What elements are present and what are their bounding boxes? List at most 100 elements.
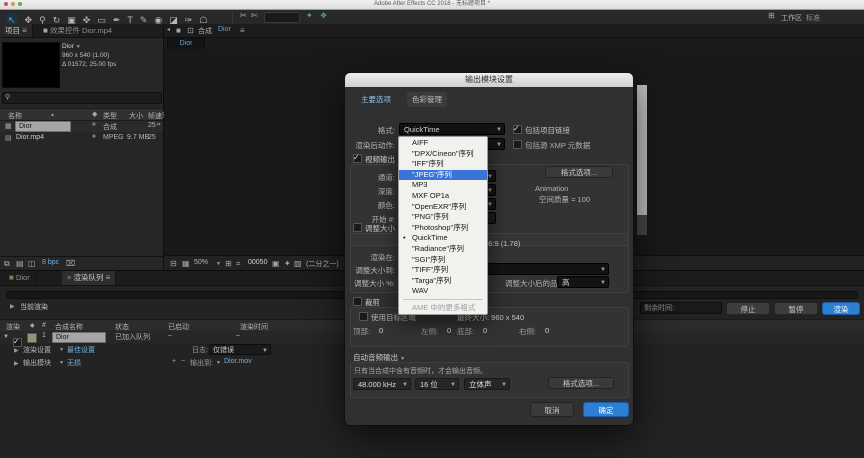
add-output-module-button[interactable]: +: [172, 358, 176, 365]
current-render-disclosure-icon[interactable]: ▶: [10, 303, 15, 310]
format-option[interactable]: AIFF: [399, 138, 487, 149]
label-chip-icon[interactable]: ■: [92, 134, 96, 140]
output-disclosure-icon[interactable]: ▶: [14, 360, 19, 367]
current-timecode[interactable]: 00050: [248, 259, 267, 266]
label-color-icon[interactable]: ◆: [30, 322, 35, 329]
mask-feather-icon[interactable]: ✦: [306, 11, 313, 20]
transparency-grid-icon[interactable]: ▨: [294, 259, 302, 268]
project-row-footage[interactable]: ▤ Dior.mp4 ■ MPEG 9.7 MB 25: [0, 133, 163, 144]
panel-menu-icon[interactable]: ≡: [106, 273, 111, 282]
tab-project[interactable]: 项目 ≡: [0, 24, 33, 37]
resolution-value[interactable]: (二分之一): [306, 259, 339, 269]
tab-timeline-dior[interactable]: ■ Dior: [4, 271, 36, 285]
log-dropdown[interactable]: 仅错误 ▼: [209, 344, 271, 355]
format-option[interactable]: "Targa"序列: [399, 276, 487, 287]
format-option[interactable]: "JPEG"序列: [399, 170, 487, 181]
new-composition-icon[interactable]: ◫: [28, 259, 36, 268]
crop-field-value[interactable]: 0: [483, 326, 487, 335]
output-dropdown-icon[interactable]: ▼: [59, 360, 64, 366]
channels-icon[interactable]: ✦: [284, 259, 291, 268]
audio-channels-dropdown[interactable]: 立体声 ▼: [464, 378, 510, 390]
audio-depth-dropdown[interactable]: 16 位 ▼: [415, 378, 459, 390]
column-type[interactable]: 类型: [103, 111, 117, 121]
always-preview-icon[interactable]: ⊟: [170, 259, 177, 268]
column-size[interactable]: 大小: [129, 111, 143, 121]
format-option[interactable]: "Radiance"序列: [399, 244, 487, 255]
trash-icon[interactable]: ⌧: [66, 259, 75, 268]
format-option[interactable]: "IFF"序列: [399, 159, 487, 170]
format-option[interactable]: MP3: [399, 180, 487, 191]
interpret-footage-icon[interactable]: ⧉: [4, 259, 10, 269]
format-option[interactable]: "OpenEXR"序列: [399, 202, 487, 213]
magnification-icon[interactable]: ▦: [182, 259, 190, 268]
grid-icon[interactable]: ⌗: [236, 259, 241, 269]
include-project-link-checkbox[interactable]: 包括项目链接: [513, 125, 570, 136]
column-number[interactable]: #: [42, 322, 46, 329]
workspace-icon[interactable]: ⊞: [768, 11, 775, 20]
zoom-dropdown-icon[interactable]: ▼: [216, 261, 221, 267]
format-option[interactable]: "SGI"序列: [399, 255, 487, 266]
render-settings-value[interactable]: 最佳设置: [67, 345, 95, 355]
output-to-dropdown-icon[interactable]: ▼: [216, 360, 221, 366]
panel-menu-icon[interactable]: ≡: [22, 26, 27, 35]
output-to-value[interactable]: Dior.mov: [224, 358, 252, 365]
audio-format-options-button[interactable]: 格式选项...: [548, 377, 614, 389]
tab-render-queue[interactable]: × 渲染队列 ≡: [62, 271, 116, 285]
render-button[interactable]: 渲染: [822, 302, 860, 315]
workspace-value[interactable]: 标准: [806, 13, 820, 23]
snapshot-icon[interactable]: ▣: [272, 259, 280, 268]
project-row-comp[interactable]: ▦ Dior ■ 合成 25 ⌗: [0, 121, 163, 132]
format-option[interactable]: "DPX/Cineon"序列: [399, 149, 487, 160]
workspace-label[interactable]: 工作区: [781, 13, 802, 23]
roto-person-icon[interactable]: ✂: [240, 11, 247, 20]
comp-panel-comp-name[interactable]: Dior: [218, 26, 231, 33]
format-option[interactable]: WAV: [399, 286, 487, 297]
cancel-button[interactable]: 取消: [530, 402, 574, 417]
row-disclosure-icon[interactable]: ▼: [3, 334, 9, 340]
pause-button[interactable]: 暂停: [774, 302, 818, 315]
project-item-name[interactable]: Dior.mp4: [16, 134, 44, 141]
label-color-icon[interactable]: ◆: [92, 110, 97, 118]
video-format-options-button[interactable]: 格式选项...: [545, 166, 613, 178]
format-option[interactable]: "PNG"序列: [399, 212, 487, 223]
tab-effect-controls[interactable]: ■ 效果控件 Dior.mp4: [38, 24, 117, 37]
tab-main-options[interactable]: 主要选项: [361, 94, 391, 105]
tool-options-box[interactable]: [264, 12, 300, 23]
settings-disclosure-icon[interactable]: ▶: [14, 347, 19, 354]
lock-icon[interactable]: ⊡: [187, 26, 194, 35]
tab-color-management[interactable]: 色彩管理: [407, 92, 447, 107]
resize-quality-dropdown[interactable]: 高 ▼: [557, 276, 609, 288]
project-item-name[interactable]: Dior: [15, 121, 71, 132]
format-dropdown[interactable]: QuickTime ▼: [399, 123, 505, 135]
current-render-label[interactable]: 当前渲染: [20, 302, 48, 312]
crop-field-value[interactable]: 0: [379, 326, 383, 335]
project-list-header[interactable]: 名称 ▲ ◆ 类型 大小 帧速率: [0, 108, 163, 121]
audio-rate-dropdown[interactable]: 48.000 kHz ▼: [353, 378, 411, 390]
format-option[interactable]: •QuickTime: [399, 233, 487, 244]
remove-output-module-button[interactable]: −: [181, 358, 185, 365]
stop-button[interactable]: 停止: [726, 302, 770, 315]
ok-button[interactable]: 确定: [583, 402, 629, 417]
output-module-value[interactable]: 无损: [67, 358, 81, 368]
label-color-chip[interactable]: [27, 333, 37, 343]
new-folder-icon[interactable]: ▤: [16, 259, 24, 268]
column-name[interactable]: 名称: [8, 111, 22, 121]
zoom-level[interactable]: 50%: [194, 259, 208, 266]
settings-dropdown-icon[interactable]: ▼: [59, 347, 64, 353]
crop-field-value[interactable]: 0: [545, 326, 549, 335]
label-chip-icon[interactable]: ■: [92, 122, 96, 128]
close-tab-icon[interactable]: ×: [67, 273, 71, 282]
format-option[interactable]: "Photoshop"序列: [399, 223, 487, 234]
format-option[interactable]: "TIFF"序列: [399, 265, 487, 276]
project-bit-depth[interactable]: 8 bpc: [42, 259, 59, 266]
format-option[interactable]: MXF OP1a: [399, 191, 487, 202]
row-comp-name[interactable]: Dior: [52, 332, 106, 343]
motion-blur-icon[interactable]: ❖: [320, 11, 327, 20]
chevron-left-icon[interactable]: ◂: [167, 26, 170, 33]
project-search-input[interactable]: ⚲: [2, 92, 162, 104]
preview-item-name[interactable]: Dior ▼: [62, 43, 81, 50]
include-xmp-checkbox[interactable]: 包括源 XMP 元数据: [513, 140, 590, 151]
panel-menu-icon[interactable]: ≡: [240, 26, 245, 35]
crop-field-value[interactable]: 0: [447, 326, 451, 335]
roto-person2-icon[interactable]: ✄: [251, 11, 258, 20]
